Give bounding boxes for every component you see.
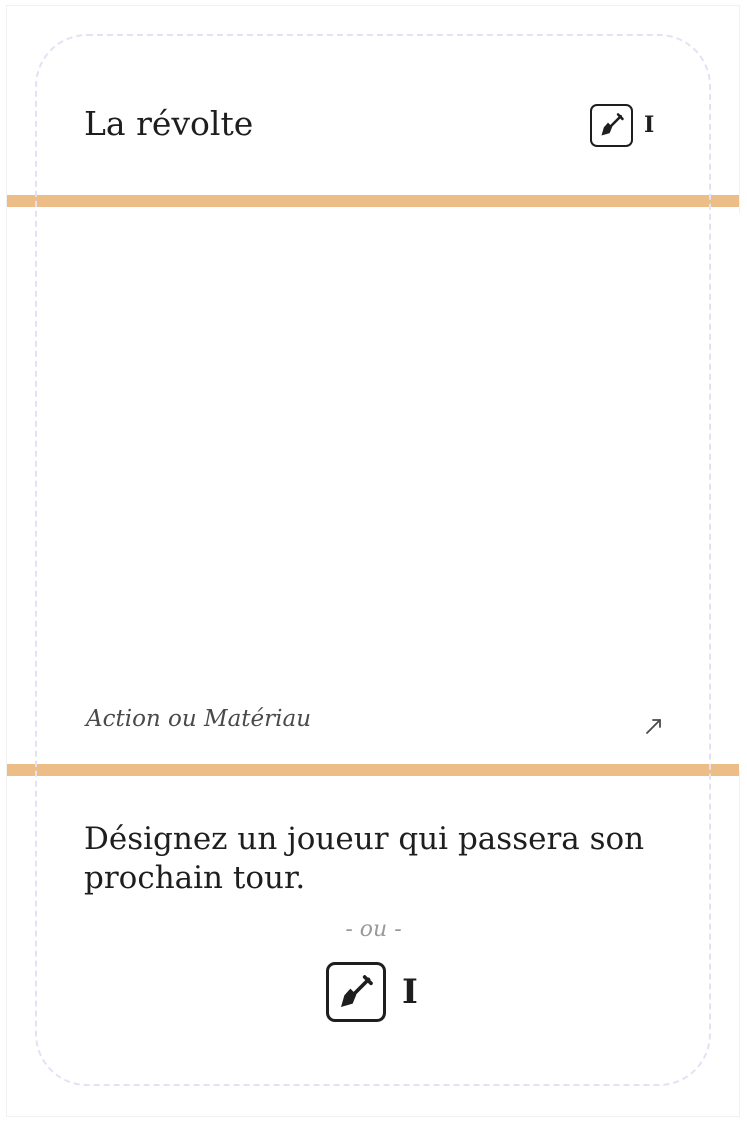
bottom-color-band bbox=[7, 764, 739, 776]
card-type-label: Action ou Matériau bbox=[86, 706, 312, 732]
card-cost-value: I bbox=[644, 112, 655, 138]
top-color-band bbox=[7, 195, 739, 207]
shovel-icon bbox=[326, 962, 386, 1022]
game-card bbox=[7, 6, 746, 1116]
or-separator: - ou - bbox=[345, 917, 402, 942]
card-title: La révolte bbox=[84, 104, 254, 143]
card-cost: I bbox=[590, 103, 654, 147]
card-alt-cost: I bbox=[326, 962, 418, 1022]
shovel-icon bbox=[590, 103, 633, 147]
card-illustration-area bbox=[14, 213, 746, 770]
card-effect-text: Désignez un joueur qui passera son proch… bbox=[84, 821, 645, 896]
arrow-up-right-icon bbox=[644, 716, 664, 736]
card-alt-cost-value: I bbox=[402, 972, 418, 1012]
